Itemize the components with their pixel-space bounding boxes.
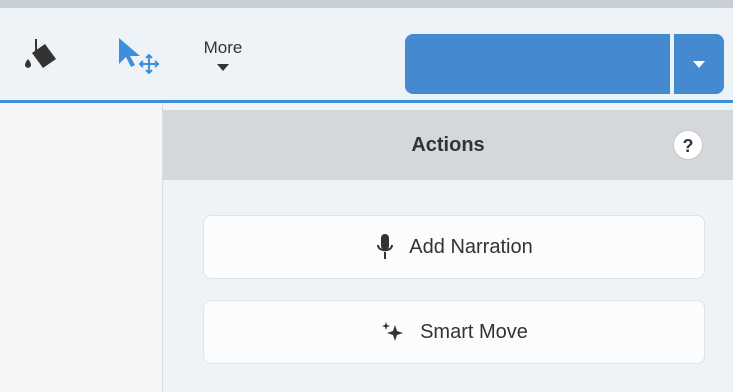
preset-dropdown-button[interactable] [674, 34, 724, 94]
sparkles-icon [380, 320, 406, 344]
window-top-edge [0, 0, 733, 8]
actions-panel-header: Actions ? [163, 110, 733, 180]
app-window: More Actions ? Add Narration Smart Move [0, 0, 733, 392]
chevron-down-icon [693, 60, 705, 68]
add-narration-label: Add Narration [409, 235, 533, 258]
microphone-icon [375, 233, 395, 261]
more-label: More [203, 38, 243, 57]
actions-panel: Actions ? Add Narration Smart Move [163, 103, 733, 392]
cursor-move-icon [112, 36, 162, 78]
fill-tool-button[interactable] [20, 36, 64, 76]
paint-bucket-icon [20, 36, 64, 76]
smart-move-button[interactable]: Smart Move [203, 300, 705, 364]
smart-move-label: Smart Move [420, 320, 528, 343]
help-button[interactable]: ? [673, 130, 703, 160]
add-narration-button[interactable]: Add Narration [203, 215, 705, 279]
media-bin-pane [0, 103, 163, 392]
more-menu-button[interactable]: More [190, 36, 256, 82]
chevron-down-icon [217, 64, 229, 71]
move-tool-button[interactable] [112, 36, 162, 78]
panel-title: Actions [411, 134, 485, 156]
preset-selector[interactable] [405, 34, 670, 94]
toolbar: More [0, 8, 733, 102]
